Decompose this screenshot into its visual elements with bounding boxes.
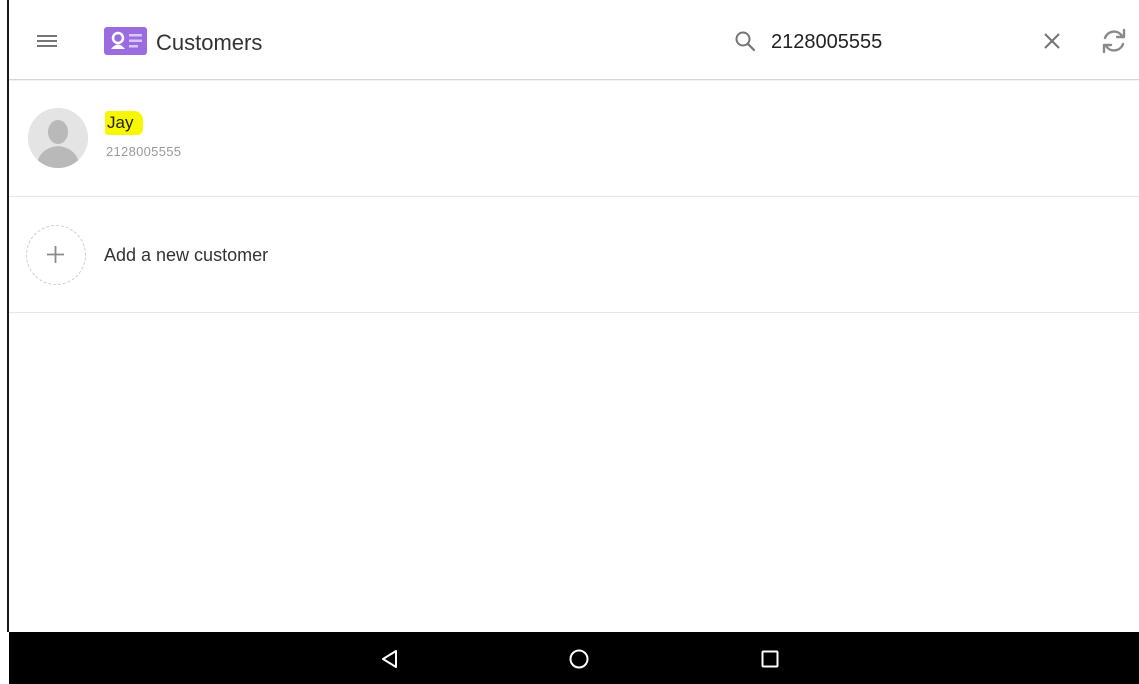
page-title: Customers [156,30,263,55]
customer-list-item[interactable]: Jay 2128005555 [9,81,1139,197]
add-customer-label: Add a new customer [104,245,269,265]
recents-icon[interactable] [759,648,781,670]
search-icon[interactable] [734,30,756,52]
add-customer-button[interactable]: Add a new customer [9,197,1139,313]
system-navigation-bar [9,632,1139,684]
avatar-placeholder-icon [28,108,88,168]
customer-card-icon [104,27,147,55]
app-screen: Customers 2128005555 Jay 2128005555 Add … [0,0,1139,684]
close-icon[interactable] [1042,31,1062,51]
hamburger-menu-icon[interactable] [36,30,58,52]
back-icon[interactable] [379,648,401,670]
customer-phone: 2128005555 [106,144,182,159]
customer-name: Jay [105,111,144,135]
app-toolbar: Customers [9,0,1139,80]
refresh-icon[interactable] [1099,26,1129,56]
search-input[interactable] [771,25,1021,59]
plus-icon [26,225,86,285]
home-icon[interactable] [568,648,590,670]
window-edge [0,0,9,632]
